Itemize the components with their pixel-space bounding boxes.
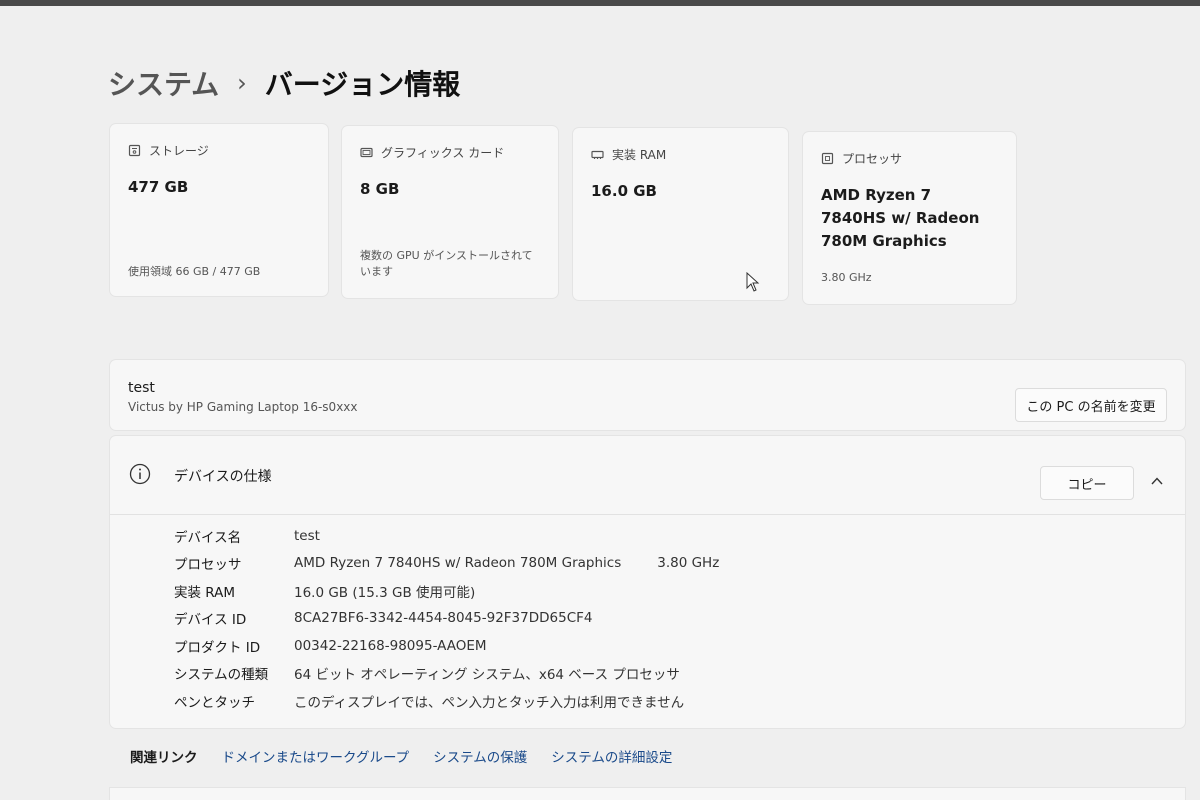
mouse-cursor-icon xyxy=(746,271,760,292)
device-specs-title: デバイスの仕様 xyxy=(174,469,272,485)
spec-processor-speed: 3.80 GHz xyxy=(657,555,720,572)
spec-list: デバイス名 test プロセッサ AMD Ryzen 7 7840HS w/ R… xyxy=(174,522,719,715)
storage-icon xyxy=(128,144,141,157)
spec-label: システムの種類 xyxy=(174,667,269,684)
storage-card: ストレージ 477 GB 使用領域 66 GB / 477 GB xyxy=(110,124,328,296)
graphics-card-icon xyxy=(360,147,373,158)
spec-label: ペンとタッチ xyxy=(174,694,255,711)
spec-label: プロセッサ xyxy=(174,557,242,574)
graphics-value: 8 GB xyxy=(360,180,400,198)
breadcrumb: システム › バージョン情報 xyxy=(108,62,460,104)
processor-card: プロセッサ AMD Ryzen 7 7840HS w/ Radeon 780M … xyxy=(803,132,1016,304)
processor-speed: 3.80 GHz xyxy=(821,271,872,284)
spec-value: 8CA27BF6-3342-4454-8045-92F37DD65CF4 xyxy=(294,610,593,627)
storage-usage: 使用領域 66 GB / 477 GB xyxy=(128,265,261,278)
memory-icon xyxy=(591,150,604,159)
breadcrumb-separator: › xyxy=(237,69,247,97)
ram-card-title: 実装 RAM xyxy=(612,148,667,162)
device-name: test xyxy=(128,380,155,396)
graphics-card: グラフィックス カード 8 GB 複数の GPU がインストールされています xyxy=(342,126,558,298)
chevron-up-icon[interactable] xyxy=(1150,474,1164,488)
spec-label: デバイス名 xyxy=(174,529,242,546)
processor-value: AMD Ryzen 7 7840HS w/ Radeon 780M Graphi… xyxy=(821,186,980,250)
copy-button[interactable]: コピー xyxy=(1040,466,1134,500)
graphics-card-title: グラフィックス カード xyxy=(381,146,505,160)
device-name-card: test Victus by HP Gaming Laptop 16-s0xxx… xyxy=(110,360,1185,430)
processor-icon xyxy=(821,152,834,165)
rename-pc-button[interactable]: この PC の名前を変更 xyxy=(1015,388,1167,422)
spec-value: 16.0 GB (15.3 GB 使用可能) xyxy=(294,584,476,601)
spec-row-ram: 実装 RAM 16.0 GB (15.3 GB 使用可能) xyxy=(174,577,719,605)
spec-label: デバイス ID xyxy=(174,612,247,629)
spec-row-processor: プロセッサ AMD Ryzen 7 7840HS w/ Radeon 780M … xyxy=(174,550,719,578)
graphics-note: 複数の GPU がインストールされています xyxy=(360,249,533,278)
spec-row-product-id: プロダクト ID 00342-22168-98095-AAOEM xyxy=(174,632,719,660)
spec-row-system-type: システムの種類 64 ビット オペレーティング システム、x64 ベース プロセ… xyxy=(174,660,719,688)
domain-workgroup-link[interactable]: ドメインまたはワークグループ xyxy=(222,746,410,766)
device-specs-header[interactable]: デバイスの仕様 コピー xyxy=(110,436,1185,515)
device-specs-section: デバイスの仕様 コピー デバイス名 test プロセッサ AMD Ryzen 7… xyxy=(110,436,1185,728)
processor-card-title: プロセッサ xyxy=(842,152,903,166)
system-protection-link[interactable]: システムの保護 xyxy=(433,746,527,766)
related-links-title: 関連リンク xyxy=(130,750,198,766)
spec-label: プロダクト ID xyxy=(174,639,261,656)
device-model: Victus by HP Gaming Laptop 16-s0xxx xyxy=(128,400,358,414)
spec-value: 64 ビット オペレーティング システム、x64 ベース プロセッサ xyxy=(294,667,680,684)
related-links-bar: 関連リンク ドメインまたはワークグループ システムの保護 システムの詳細設定 xyxy=(110,735,1185,777)
next-section-edge xyxy=(110,788,1185,800)
spec-row-device-id: デバイス ID 8CA27BF6-3342-4454-8045-92F37DD6… xyxy=(174,605,719,633)
spec-value: このディスプレイでは、ペン入力とタッチ入力は利用できません xyxy=(294,694,685,711)
advanced-system-settings-link[interactable]: システムの詳細設定 xyxy=(551,746,672,766)
ram-value: 16.0 GB xyxy=(591,182,657,200)
storage-value: 477 GB xyxy=(128,178,189,196)
spec-value: 00342-22168-98095-AAOEM xyxy=(294,637,487,654)
storage-card-title: ストレージ xyxy=(149,144,209,158)
page-title: バージョン情報 xyxy=(264,68,461,101)
spec-row-device-name: デバイス名 test xyxy=(174,522,719,550)
spec-value: test xyxy=(294,527,320,544)
info-icon xyxy=(129,463,151,485)
spec-label: 実装 RAM xyxy=(174,584,236,601)
spec-value: AMD Ryzen 7 7840HS w/ Radeon 780M Graphi… xyxy=(294,555,622,572)
breadcrumb-parent[interactable]: システム xyxy=(108,63,219,103)
spec-row-pen-touch: ペンとタッチ このディスプレイでは、ペン入力とタッチ入力は利用できません xyxy=(174,687,719,715)
window-top-edge xyxy=(0,0,1200,6)
